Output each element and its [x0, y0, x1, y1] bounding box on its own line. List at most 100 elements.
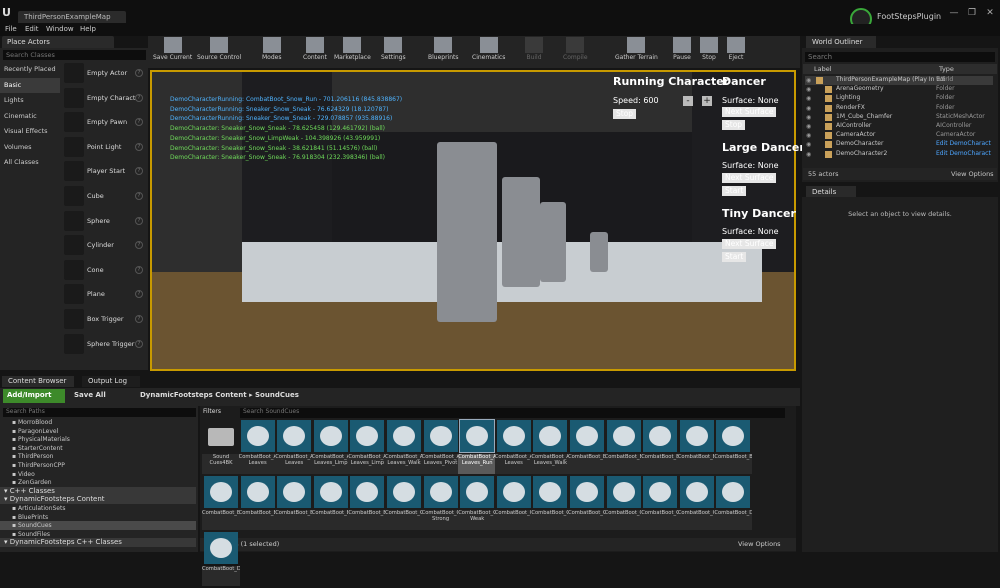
sound-cue-asset[interactable]: CombatBoot_Carpet_March: [494, 476, 533, 532]
dancer-stop-button[interactable]: Stop: [722, 120, 746, 130]
breadcrumb-root[interactable]: DynamicFootsteps Content: [140, 391, 247, 399]
sound-cue-asset[interactable]: CombatBoot_Autumn Leaves_Pivot: [421, 420, 460, 476]
sound-cue-asset[interactable]: CombatBoot_Autumn Leaves_Walk: [385, 420, 423, 476]
level-tab[interactable]: ThirdPersonExampleMap: [18, 11, 126, 23]
toolbar-content-button[interactable]: Content: [303, 37, 327, 67]
large-dancer-start-button[interactable]: Start: [722, 186, 747, 196]
actor-item-sphere-trigger[interactable]: Sphere Trigger: [87, 340, 134, 348]
eye-icon[interactable]: ◉: [806, 86, 813, 93]
sound-cue-asset[interactable]: CombatBoot_Autumn Leaves_Run: [458, 419, 497, 476]
speed-plus-button[interactable]: +: [702, 96, 712, 106]
eye-icon[interactable]: ◉: [806, 77, 813, 84]
outliner-type[interactable]: Edit DemoCharact: [936, 140, 991, 147]
class-search-input[interactable]: Search Classes: [3, 50, 146, 60]
actor-item-box-trigger[interactable]: Box Trigger: [87, 315, 124, 323]
category-basic[interactable]: Basic: [0, 77, 60, 93]
save-all-button[interactable]: Save All: [70, 389, 120, 403]
eye-icon[interactable]: ◉: [806, 123, 813, 130]
sound-cue-asset[interactable]: CombatBoot_Bitumen_Stagger: [311, 476, 350, 532]
sound-cue-asset[interactable]: CombatBoot_Bitumen_Sneak: [275, 476, 314, 532]
actor-item-point-light[interactable]: Point Light: [87, 143, 121, 151]
sound-cue-asset[interactable]: CombatBoot_Carpet_Pivot: [531, 476, 570, 532]
help-icon[interactable]: ?: [135, 339, 143, 348]
category-volumes[interactable]: Volumes: [0, 140, 60, 155]
path-search-input[interactable]: Search Paths: [3, 408, 196, 417]
outliner-view-options[interactable]: View Options: [951, 170, 994, 178]
actor-item-sphere[interactable]: Sphere: [87, 217, 110, 225]
actor-item-empty-actor[interactable]: Empty Actor: [87, 69, 127, 77]
sound-cue-asset[interactable]: CombatBoot_Carpet_JumpLand: [385, 476, 423, 532]
tiny-dancer-start-button[interactable]: Start: [722, 252, 747, 262]
sound-cue-asset[interactable]: CombatBoot_Carpet_Sneak: [604, 476, 643, 532]
outliner-type[interactable]: Edit DemoCharact: [936, 150, 991, 157]
add-import-button[interactable]: Add/Import: [3, 389, 65, 403]
source-folder[interactable]: ▾ DynamicFootsteps C++ Classes: [0, 538, 196, 548]
sound-cue-asset[interactable]: CombatBoot_Autumn Leaves: [275, 420, 314, 476]
toolbar-cinematics-button[interactable]: Cinematics: [472, 37, 505, 67]
toolbar-stop-button[interactable]: Stop: [700, 37, 718, 67]
toolbar-modes-button[interactable]: Modes: [262, 37, 281, 67]
sound-cue-asset[interactable]: CombatBoot_Autumn Leaves: [238, 420, 277, 476]
category-visual-effects[interactable]: Visual Effects: [0, 124, 60, 139]
eye-icon[interactable]: ◉: [806, 141, 813, 148]
toolbar-gather-terrain-button[interactable]: Gather Terrain: [615, 37, 658, 67]
eye-icon[interactable]: ◉: [806, 105, 813, 112]
help-icon[interactable]: ?: [135, 192, 143, 200]
large-dancer-next-surface-button[interactable]: Next Surface: [722, 173, 777, 183]
sound-cue-asset[interactable]: CombatBoot_Bitumen_Pivot: [202, 476, 240, 532]
running-stop-button[interactable]: Stop: [613, 109, 637, 119]
dancer-next-surface-button[interactable]: Next Surface: [722, 107, 777, 117]
actor-item-cylinder[interactable]: Cylinder: [87, 241, 114, 249]
actor-item-empty-pawn[interactable]: Empty Pawn: [87, 118, 127, 126]
col-label[interactable]: Label: [814, 65, 832, 73]
actor-item-plane[interactable]: Plane: [87, 290, 105, 298]
category-recently-placed[interactable]: Recently Placed: [0, 62, 60, 77]
actor-item-cube[interactable]: Cube: [87, 192, 104, 200]
speed-minus-button[interactable]: -: [683, 96, 693, 106]
sound-cue-asset[interactable]: CombatBoot_Autumn Leaves_Walk: [531, 420, 570, 476]
tiny-dancer-next-surface-button[interactable]: Next Surface: [722, 239, 777, 249]
help-icon[interactable]: ?: [135, 216, 143, 225]
maximize-button[interactable]: ❐: [966, 8, 978, 18]
asset-folder[interactable]: Sound Cues4BK: [202, 420, 240, 476]
toolbar-eject-button[interactable]: Eject: [727, 37, 745, 67]
sound-cue-asset[interactable]: CombatBoot_Carpet_Walk: [677, 476, 716, 532]
actor-item-player-start[interactable]: Player Start: [87, 167, 125, 175]
eye-icon[interactable]: ◉: [806, 114, 813, 121]
sound-cue-asset[interactable]: CombatBoot_Bitumen_March: [714, 420, 753, 476]
eye-icon[interactable]: ◉: [806, 132, 813, 139]
actor-item-empty-charact[interactable]: Empty Charact: [87, 94, 135, 102]
filters-button[interactable]: Filters: [203, 408, 237, 418]
sound-cue-asset[interactable]: CombatBoot_Autumn Leaves_Limp: [311, 420, 350, 476]
toolbar-pause-button[interactable]: Pause: [673, 37, 691, 67]
help-icon[interactable]: ?: [135, 69, 143, 77]
toolbar-save-current-button[interactable]: Save Current: [153, 37, 192, 67]
help-icon[interactable]: ?: [135, 315, 143, 323]
sound-cue-asset[interactable]: CombatBoot_Carpet_Limp Strong: [421, 476, 460, 532]
toolbar-source-control-button[interactable]: Source Control: [197, 37, 241, 67]
actor-item-cone[interactable]: Cone: [87, 266, 104, 274]
outliner-row[interactable]: [805, 94, 993, 103]
help-icon[interactable]: ?: [135, 142, 143, 151]
sound-cue-asset[interactable]: CombatBoot_Bitumen_Walk: [348, 476, 387, 532]
toolbar-marketplace-button[interactable]: Marketplace: [334, 37, 371, 67]
outliner-row[interactable]: [805, 104, 993, 113]
minimize-button[interactable]: —: [948, 8, 960, 18]
sound-cue-asset[interactable]: CombatBoot_Bitumen_JumpUp: [604, 420, 643, 476]
sound-cue-asset[interactable]: CombatBoot_DeepWater_March: [202, 532, 240, 588]
sound-cue-asset[interactable]: CombatBoot_Bitumen_JumpLand: [568, 420, 606, 476]
sound-cue-asset[interactable]: CombatBoot_Autumn Leaves_Limp: [348, 420, 387, 476]
asset-search-input[interactable]: Search SoundCues: [240, 408, 785, 418]
outliner-search-input[interactable]: Search: [805, 52, 995, 62]
sound-cue-asset[interactable]: CombatBoot_Carpet_Limp Weak: [458, 476, 497, 532]
output-log-tab[interactable]: Output Log: [82, 376, 140, 387]
sound-cue-asset[interactable]: CombatBoot_Bitumen_Run: [238, 476, 277, 532]
menu-help[interactable]: Help: [80, 25, 96, 33]
sound-cue-asset[interactable]: CombatBoot_Carpet_Stagger: [641, 476, 680, 532]
sound-cue-asset[interactable]: CombatBoot_Bitumen_LimpStrong: [641, 420, 680, 476]
category-all-classes[interactable]: All Classes: [0, 155, 60, 170]
toolbar-blueprints-button[interactable]: Blueprints: [428, 37, 459, 67]
menu-file[interactable]: File: [5, 25, 17, 33]
sound-cue-asset[interactable]: CombatBoot_Bitumen_LimpWeak: [677, 420, 716, 476]
breadcrumb-current[interactable]: SoundCues: [255, 391, 299, 399]
